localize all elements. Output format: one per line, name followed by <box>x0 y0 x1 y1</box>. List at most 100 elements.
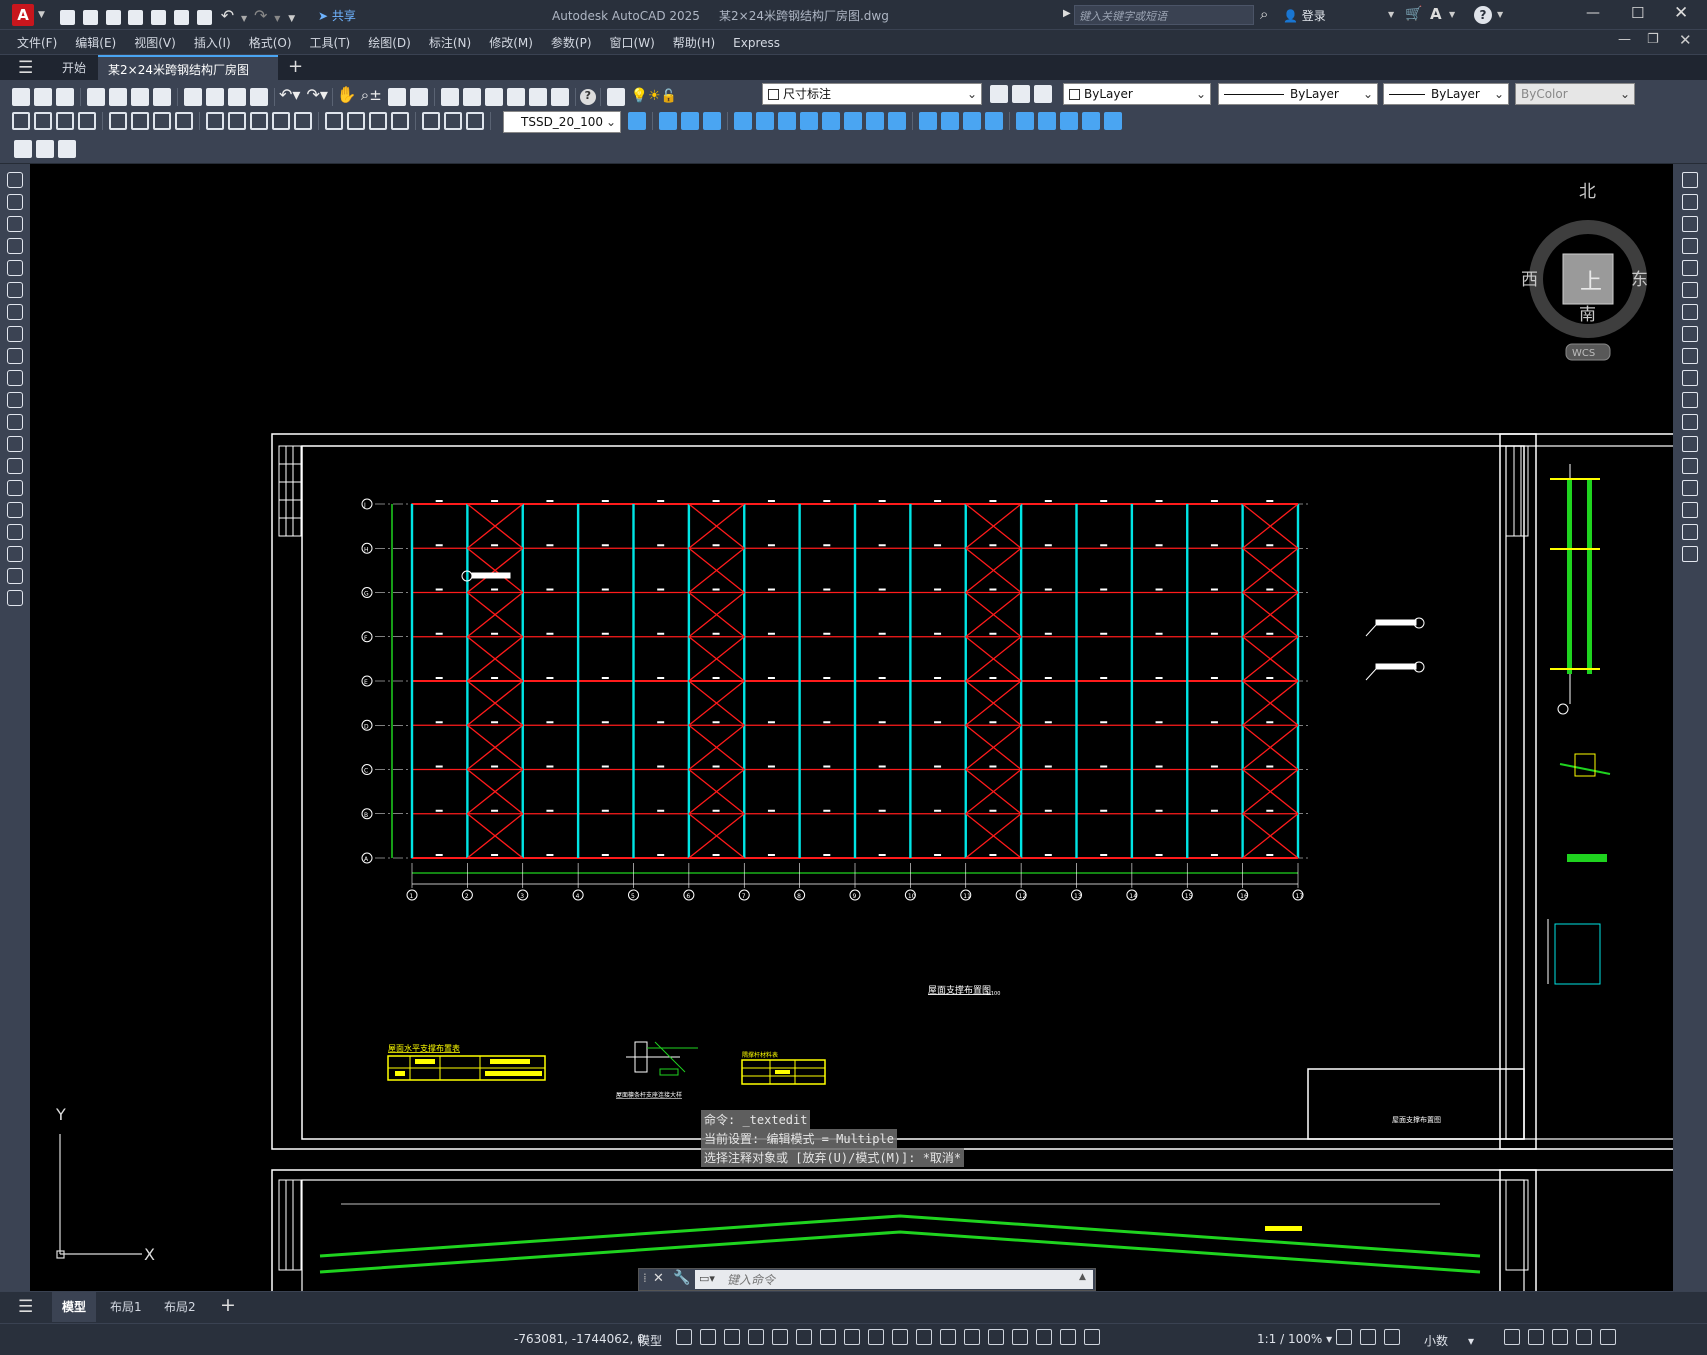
plot-icon[interactable] <box>196 10 212 25</box>
spline-icon[interactable] <box>7 348 23 364</box>
quick-properties-icon[interactable] <box>1384 1329 1400 1345</box>
close-window-button[interactable]: ✕ <box>1674 3 1688 23</box>
menu-item-0[interactable]: 文件(F) <box>8 30 66 55</box>
open-icon[interactable] <box>34 87 52 106</box>
layer-previous-icon[interactable] <box>1012 85 1030 103</box>
isodraft-icon[interactable] <box>820 1329 836 1345</box>
autodesk-account-icon[interactable]: A <box>1430 5 1442 23</box>
command-input[interactable]: 键入命令 <box>695 1270 1093 1289</box>
arc-icon[interactable] <box>7 282 23 298</box>
gradient-icon[interactable] <box>7 502 23 518</box>
3d-osnap-icon[interactable] <box>964 1329 980 1345</box>
app-menu-arrow-icon[interactable]: ▼ <box>38 10 45 20</box>
dim-diameter-icon[interactable] <box>153 112 171 130</box>
annotation-monitor-icon[interactable] <box>1360 1329 1376 1345</box>
redo-icon[interactable]: ↷▾ <box>306 85 327 104</box>
clean-screen-icon[interactable] <box>1576 1329 1592 1345</box>
layer-states-icon[interactable] <box>1034 85 1052 103</box>
block-attribute-icon[interactable] <box>36 140 54 158</box>
ortho-icon[interactable] <box>772 1329 788 1345</box>
drawing-canvas[interactable]: 屋面支撑布置图 J H G F E D C B A 1 2 3 4 5 6 7 8 9 10 11 12 13 14 15 16… <box>30 164 1673 1291</box>
dim-text-edit-icon[interactable] <box>444 112 462 130</box>
sign-in-button[interactable]: 👤 登录 <box>1283 7 1326 24</box>
doc-restore-button[interactable]: ❐ <box>1647 32 1659 47</box>
revision-cloud-icon[interactable] <box>7 326 23 342</box>
tssd-3-icon[interactable] <box>703 112 721 130</box>
dimstyle-manager-icon[interactable] <box>628 112 646 130</box>
new-layout-icon[interactable]: + <box>220 1294 236 1316</box>
tab-start[interactable]: 开始 <box>52 55 96 81</box>
doc-minimize-button[interactable]: — <box>1618 32 1631 47</box>
tab-model[interactable]: 模型 <box>52 1292 97 1322</box>
save-icon[interactable] <box>105 10 121 25</box>
units-dropdown[interactable]: 小数 ▾ <box>1424 1332 1484 1349</box>
compass-north[interactable]: 北 <box>1579 182 1596 202</box>
share-button[interactable]: ➤ 共享 <box>318 7 356 24</box>
layer-dropdown[interactable]: 尺寸标注 ⌄ <box>762 83 982 105</box>
lineweight-icon[interactable] <box>892 1329 908 1345</box>
save-as-icon[interactable] <box>128 10 144 25</box>
color-dropdown[interactable]: ByLayer ⌄ <box>1063 83 1211 105</box>
grid-icon[interactable] <box>676 1329 692 1345</box>
menu-item-5[interactable]: 工具(T) <box>301 30 360 55</box>
tab-active-drawing[interactable]: 某2×24米跨钢结构厂房图*✕ <box>98 55 278 103</box>
annotation-visibility-icon[interactable] <box>1060 1329 1076 1345</box>
doc-close-button[interactable]: ✕ <box>1679 31 1692 49</box>
layer-on-icon[interactable]: 💡 <box>631 88 648 104</box>
zoom-window-icon[interactable] <box>387 87 406 106</box>
gizmo-icon[interactable] <box>1036 1329 1052 1345</box>
paste-icon[interactable] <box>228 87 246 106</box>
open-file-icon[interactable] <box>82 10 98 25</box>
compass-west[interactable]: 西 <box>1521 270 1538 290</box>
layer-properties-icon[interactable] <box>606 87 625 106</box>
plotstyle-dropdown[interactable]: ByColor ⌄ <box>1515 83 1635 105</box>
object-snap-icon[interactable] <box>868 1329 884 1345</box>
new-file-icon[interactable] <box>60 10 75 25</box>
dynamic-input-icon[interactable] <box>748 1329 764 1345</box>
erase-icon[interactable] <box>1682 172 1698 188</box>
layer-sun-icon[interactable]: ☀ <box>648 88 661 104</box>
tool-palettes-icon[interactable] <box>484 87 503 106</box>
tssd-7-icon[interactable] <box>800 112 818 130</box>
add-selected-icon[interactable] <box>7 590 23 606</box>
polygon-icon[interactable] <box>7 238 23 254</box>
dimstyle-dropdown[interactable]: TSSD_20_100 ⌄ <box>503 111 621 133</box>
table-icon[interactable] <box>7 546 23 562</box>
zoom-previous-icon[interactable] <box>409 87 428 106</box>
dim-radius-icon[interactable] <box>109 112 127 130</box>
coordinates-readout[interactable]: -763081, -1744062, 0 <box>514 1332 645 1346</box>
mirror-icon[interactable] <box>1682 216 1698 232</box>
undo-icon[interactable]: ↶▾ <box>279 85 300 104</box>
search-icon[interactable]: ⌕ <box>1260 5 1268 23</box>
command-grip-icon[interactable]: ⁞ <box>643 1271 647 1285</box>
sign-in-dropdown-icon[interactable]: ▼ <box>1388 10 1394 19</box>
tssd-10-icon[interactable] <box>866 112 884 130</box>
join-icon[interactable] <box>1682 458 1698 474</box>
dynamic-ucs-icon[interactable] <box>988 1329 1004 1345</box>
command-customize-icon[interactable]: 🔧 <box>673 1270 690 1286</box>
minimize-button[interactable]: — <box>1586 5 1600 21</box>
publish-icon[interactable] <box>131 87 149 106</box>
lock-ui-icon[interactable] <box>1504 1329 1520 1345</box>
snap-mode-icon[interactable] <box>700 1329 716 1345</box>
transparency-icon[interactable] <box>916 1329 932 1345</box>
sheet-set-icon[interactable] <box>506 87 525 106</box>
help-icon[interactable]: ? <box>1474 6 1492 24</box>
linetype-dropdown[interactable]: ByLayer ⌄ <box>1218 83 1378 105</box>
dim-angular-icon[interactable] <box>175 112 193 130</box>
array-icon[interactable] <box>1682 260 1698 276</box>
infer-constraints-icon[interactable] <box>724 1329 740 1345</box>
search-input[interactable]: 键入关键字或短语 <box>1074 5 1254 25</box>
account-dropdown-icon[interactable]: ▼ <box>1449 10 1455 19</box>
tssd-11-icon[interactable] <box>888 112 906 130</box>
tssd-20-icon[interactable] <box>1104 112 1122 130</box>
polyline-icon[interactable] <box>7 216 23 232</box>
annotation-scale-button[interactable]: 1:1 / 100% ▾ <box>1257 1332 1332 1346</box>
redo-dropdown-icon[interactable]: ▼ <box>274 14 280 23</box>
tssd-5-icon[interactable] <box>756 112 774 130</box>
dim-baseline-icon[interactable] <box>228 112 246 130</box>
insert-block-icon[interactable] <box>7 414 23 430</box>
scale-icon[interactable] <box>1682 326 1698 342</box>
calculator-icon[interactable] <box>550 87 569 106</box>
save-web-icon[interactable] <box>174 10 190 25</box>
